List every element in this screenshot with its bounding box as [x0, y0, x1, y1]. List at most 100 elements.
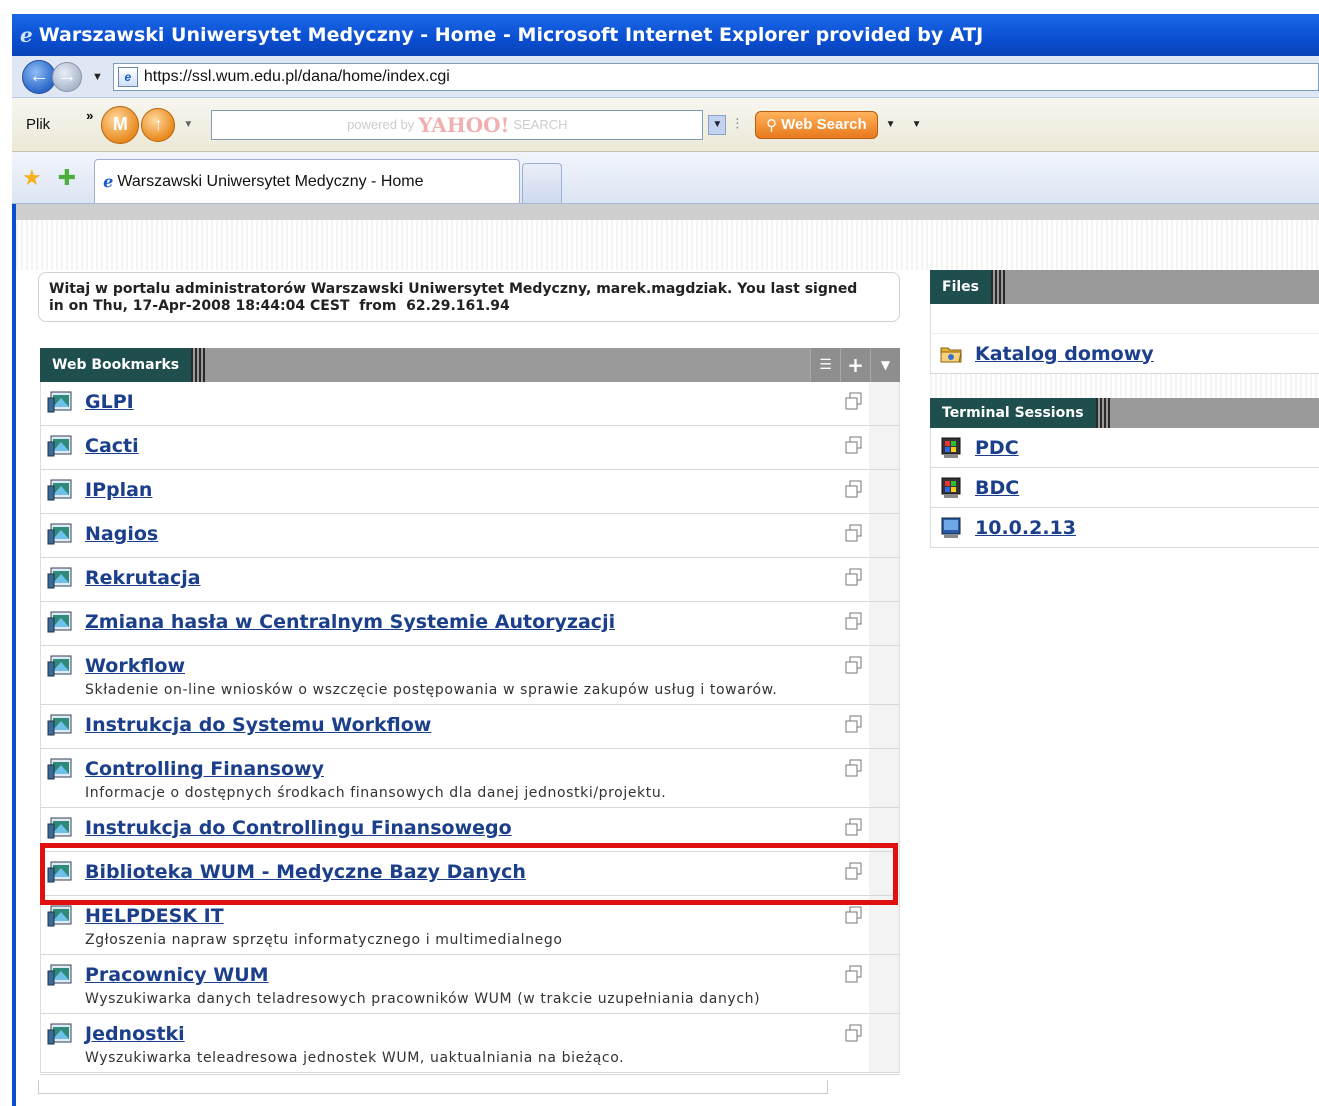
- bookmark-row[interactable]: Biblioteka WUM - Medyczne Bazy Danych: [41, 852, 899, 896]
- tab-home[interactable]: ℯ Warszawski Uniwersytet Medyczny - Home: [94, 159, 521, 203]
- terminal-session-link[interactable]: PDC: [975, 437, 1019, 459]
- bookmark-row[interactable]: Nagios: [41, 514, 899, 558]
- bookmark-row[interactable]: HELPDESK IT Zgłoszenia napraw sprzętu inf…: [41, 896, 899, 955]
- open-new-window-icon[interactable]: [843, 860, 865, 882]
- bookmark-link[interactable]: GLPI: [85, 391, 134, 413]
- terminal-session-item[interactable]: BDC: [930, 468, 1319, 508]
- toolbar-dropdown-icon[interactable]: ▼: [183, 119, 193, 130]
- bookmark-row[interactable]: Jednostki Wyszukiwarka teleadresowa jedno…: [41, 1014, 899, 1073]
- row-right-column: [869, 705, 899, 748]
- open-new-window-icon[interactable]: [843, 816, 865, 838]
- web-search-label: Web Search: [781, 116, 867, 133]
- tabs-bar: ★ ✚ ℯ Warszawski Uniwersytet Medyczny - …: [12, 152, 1319, 204]
- toolbar-options-icon[interactable]: ▼: [912, 119, 922, 130]
- search-icon: ⚲: [766, 116, 778, 134]
- bookmark-description: Wyszukiwarka danych teladresowych pracow…: [85, 991, 761, 1007]
- file-link-katalog[interactable]: Katalog domowy: [975, 343, 1154, 365]
- open-new-window-icon[interactable]: [843, 713, 865, 735]
- bookmark-row[interactable]: Instrukcja do Systemu Workflow: [41, 705, 899, 749]
- list-icon[interactable]: ☰: [810, 348, 840, 382]
- bookmark-link[interactable]: Nagios: [85, 523, 158, 545]
- open-new-window-icon[interactable]: [843, 1022, 865, 1044]
- bookmark-link[interactable]: Controlling Finansowy: [85, 758, 324, 780]
- bookmark-link[interactable]: Rekrutacja: [85, 567, 201, 589]
- search-suffix-text: SEARCH: [513, 117, 568, 132]
- remote-desktop-icon: [941, 517, 961, 538]
- terminal-session-item[interactable]: 10.0.2.13: [930, 508, 1319, 548]
- search-divider-icon: ⫶: [735, 116, 740, 133]
- open-new-window-icon[interactable]: [843, 610, 865, 632]
- chevron-down-icon[interactable]: ▼: [870, 348, 900, 382]
- open-new-window-icon[interactable]: [843, 904, 865, 926]
- bookmark-row[interactable]: Zmiana hasła w Centralnym Systemie Autor…: [41, 602, 899, 646]
- bookmark-row[interactable]: Pracownicy WUM Wyszukiwarka danych teladr…: [41, 955, 899, 1014]
- bookmark-row[interactable]: Rekrutacja: [41, 558, 899, 602]
- m-icon[interactable]: M: [101, 105, 140, 144]
- open-new-window-icon[interactable]: [843, 654, 865, 676]
- terminal-session-link[interactable]: BDC: [975, 477, 1019, 499]
- welcome-message: Witaj w portalu administratorów Warszaws…: [38, 272, 900, 322]
- history-dropdown-icon[interactable]: ▼: [92, 71, 103, 83]
- row-right-column: [869, 955, 899, 1013]
- web-search-dropdown-icon[interactable]: ▼: [886, 119, 896, 130]
- row-right-column: [869, 1014, 899, 1072]
- row-right-column: [869, 808, 899, 851]
- bookmark-row[interactable]: Instrukcja do Controllingu Finansowego: [41, 808, 899, 852]
- row-right-column: [869, 470, 899, 513]
- page-header-background: [16, 220, 1319, 270]
- bookmark-link[interactable]: HELPDESK IT: [85, 905, 224, 927]
- web-search-button[interactable]: ⚲ Web Search: [755, 110, 878, 139]
- bookmark-link[interactable]: IPplan: [85, 479, 152, 501]
- bookmark-link[interactable]: Jednostki: [85, 1023, 185, 1045]
- row-right-column: [869, 602, 899, 645]
- bookmark-row[interactable]: Workflow Składenie on-line wniosków o wsz…: [41, 646, 899, 705]
- menu-chevron-icon[interactable]: »: [86, 108, 93, 123]
- bookmark-icon: [47, 435, 72, 457]
- menu-plik[interactable]: Plik: [26, 116, 50, 133]
- bookmark-link[interactable]: Workflow: [85, 655, 185, 677]
- open-new-window-icon[interactable]: [843, 390, 865, 412]
- bookmark-link[interactable]: Biblioteka WUM - Medyczne Bazy Danych: [85, 861, 526, 883]
- open-new-window-icon[interactable]: [843, 478, 865, 500]
- bookmark-row[interactable]: Controlling Finansowy Informacje o dostęp…: [41, 749, 899, 808]
- bookmark-row[interactable]: IPplan: [41, 470, 899, 514]
- search-powered-text: powered by: [347, 117, 415, 132]
- open-new-window-icon[interactable]: [843, 522, 865, 544]
- file-item-katalog[interactable]: Katalog domowy: [930, 334, 1319, 374]
- bookmark-description: Składenie on-line wniosków o wszczęcie p…: [85, 682, 778, 698]
- bookmark-link[interactable]: Cacti: [85, 435, 139, 457]
- window-title-bar[interactable]: ℯ Warszawski Uniwersytet Medyczny - Home…: [12, 14, 1319, 56]
- bookmark-link[interactable]: Instrukcja do Controllingu Finansowego: [85, 817, 512, 839]
- plus-icon[interactable]: +: [840, 348, 870, 382]
- back-button[interactable]: ←: [22, 59, 56, 94]
- favorites-star-icon[interactable]: ★: [22, 165, 42, 191]
- bookmark-link[interactable]: Pracownicy WUM: [85, 964, 269, 986]
- open-new-window-icon[interactable]: [843, 434, 865, 456]
- address-input[interactable]: e https://ssl.wum.edu.pl/dana/home/index…: [112, 62, 1319, 91]
- files-header-grip: [991, 270, 1005, 304]
- search-dropdown-icon[interactable]: ▼: [708, 114, 727, 135]
- open-new-window-icon[interactable]: [843, 566, 865, 588]
- bookmark-link[interactable]: Instrukcja do Systemu Workflow: [85, 714, 431, 736]
- forward-icon: →: [57, 65, 77, 87]
- row-right-column: [869, 514, 899, 557]
- bookmark-row[interactable]: GLPI: [41, 382, 899, 426]
- add-favorites-icon[interactable]: ✚: [58, 165, 76, 191]
- url-text: https://ssl.wum.edu.pl/dana/home/index.c…: [143, 67, 450, 85]
- terminal-session-link[interactable]: 10.0.2.13: [975, 517, 1076, 539]
- open-new-window-icon[interactable]: [843, 963, 865, 985]
- terminal-session-item[interactable]: PDC: [930, 428, 1319, 468]
- bookmark-icon: [47, 861, 72, 883]
- files-header-fill: [1005, 270, 1319, 304]
- new-tab-button[interactable]: [522, 163, 563, 203]
- menu-toolbar: Plik » M ↑ ▼ powered by YAHOO! SEARCH ▼ …: [12, 98, 1319, 152]
- bookmark-icon: [47, 567, 72, 589]
- bookmark-description: Informacje o dostępnych środkach finanso…: [85, 785, 667, 801]
- row-right-column: [869, 382, 899, 425]
- up-arrow-icon[interactable]: ↑: [141, 107, 176, 142]
- open-new-window-icon[interactable]: [843, 757, 865, 779]
- bookmark-link[interactable]: Zmiana hasła w Centralnym Systemie Autor…: [85, 611, 615, 633]
- forward-button[interactable]: →: [52, 61, 82, 92]
- bookmark-row[interactable]: Cacti: [41, 426, 899, 470]
- yahoo-search-input[interactable]: powered by YAHOO! SEARCH ▼: [211, 109, 727, 140]
